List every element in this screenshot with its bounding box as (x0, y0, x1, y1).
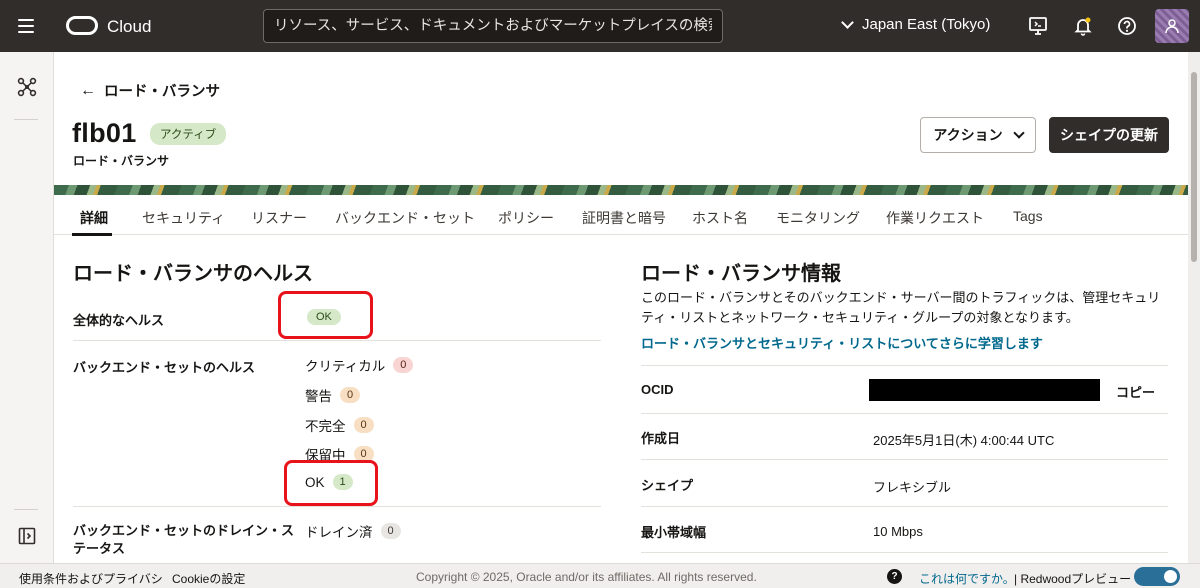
backend-health-label: バックエンド・セットのヘルス (73, 360, 256, 375)
page-subtitle: ロード・バランサ (73, 154, 170, 168)
page-scrollbar[interactable] (1188, 52, 1200, 563)
redwood-preview-label: | Redwoodプレビュー (1014, 572, 1132, 586)
developer-tools-icon[interactable] (1028, 16, 1048, 36)
info-heading: ロード・バランサ情報 (641, 263, 841, 285)
tab-listeners[interactable]: リスナー (251, 208, 307, 228)
toggle-knob (1164, 570, 1177, 583)
brand-name[interactable]: Cloud (107, 17, 151, 37)
active-tab-indicator (72, 233, 112, 236)
divider (641, 413, 1168, 414)
tab-policies[interactable]: ポリシー (498, 208, 554, 228)
copy-ocid-button[interactable]: コピー (1116, 382, 1155, 401)
ocid-label: OCID (641, 382, 674, 397)
oracle-logo-icon[interactable] (66, 16, 98, 35)
highlight-box (278, 291, 373, 339)
divider (641, 459, 1168, 460)
search-input[interactable] (263, 9, 723, 43)
arrow-left-icon: ← (80, 81, 96, 99)
chevron-down-icon (841, 15, 854, 29)
drain-status-label: バックエンド・セットのドレイン・ステータス (73, 523, 295, 556)
stat-warning[interactable]: 警告 0 (305, 385, 361, 405)
whats-this-link[interactable]: これは何ですか。 (919, 570, 1015, 587)
left-rail (0, 52, 54, 563)
actions-button-label: アクション (933, 127, 1003, 143)
help-icon[interactable] (1117, 16, 1137, 36)
created-label: 作成日 (641, 431, 681, 446)
network-icon[interactable] (17, 77, 37, 97)
ocid-value-redacted (869, 379, 1100, 401)
tab-monitoring[interactable]: モニタリング (776, 208, 860, 228)
region-label: Japan East (Tokyo) (862, 16, 991, 33)
decorative-banner (54, 185, 1188, 195)
update-shape-button[interactable]: シェイプの更新 (1049, 117, 1169, 153)
region-selector[interactable]: Japan East (Tokyo) (841, 15, 991, 33)
back-link[interactable]: ← ロード・バランサ (80, 80, 220, 101)
tab-certificates[interactable]: 証明書と暗号 (582, 208, 666, 228)
count-badge: 0 (353, 417, 374, 433)
min-bandwidth-value: 10 Mbps (873, 524, 923, 539)
footer: 使用条件およびプライバシ Cookieの設定 Copyright © 2025,… (0, 563, 1200, 588)
count-badge: 0 (340, 387, 361, 403)
rail-divider (14, 119, 38, 120)
tab-bar: 詳細 セキュリティ リスナー バックエンド・セット ポリシー 証明書と暗号 ホス… (54, 195, 1188, 235)
divider (641, 552, 1168, 553)
tab-tags[interactable]: Tags (1013, 208, 1043, 224)
main-content: ← ロード・バランサ flb01 アクティブ ロード・バランサ アクション シェ… (54, 52, 1188, 563)
tab-security[interactable]: セキュリティ (142, 208, 225, 228)
min-bandwidth-label: 最小帯域幅 (641, 525, 707, 540)
expand-panel-icon[interactable] (18, 527, 36, 545)
overall-health-label: 全体的なヘルス (73, 313, 165, 328)
user-icon (1165, 19, 1179, 34)
terms-link[interactable]: 使用条件およびプライバシ (19, 570, 163, 587)
count-badge: 0 (380, 523, 401, 539)
scrollbar-thumb[interactable] (1191, 72, 1197, 262)
stat-label: ドレイン済 (305, 525, 373, 540)
back-link-label: ロード・バランサ (104, 84, 220, 100)
divider (73, 506, 601, 507)
profile-avatar[interactable] (1155, 9, 1189, 43)
stat-drained[interactable]: ドレイン済 0 (305, 521, 401, 541)
learn-more-link[interactable]: ロード・バランサとセキュリティ・リストについてさらに学習します (641, 333, 1043, 352)
shape-label: シェイプ (641, 478, 694, 493)
page-title: flb01 (72, 118, 137, 148)
tab-backend-sets[interactable]: バックエンド・セット (335, 208, 475, 228)
status-badge: アクティブ (150, 123, 227, 145)
cookie-settings-link[interactable]: Cookieの設定 (172, 570, 245, 587)
stat-critical[interactable]: クリティカル 0 (305, 355, 414, 375)
actions-button[interactable]: アクション (920, 117, 1036, 153)
stat-label: 不完全 (305, 419, 346, 434)
count-badge: 0 (393, 357, 414, 373)
info-description: このロード・バランサとそのバックエンド・サーバー間のトラフィックは、管理セキュリ… (641, 290, 1161, 325)
rail-divider (14, 509, 38, 510)
shape-value: フレキシブル (873, 480, 952, 495)
health-heading: ロード・バランサのヘルス (73, 263, 313, 285)
help-circle-icon: ? (887, 569, 902, 584)
stat-incomplete[interactable]: 不完全 0 (305, 415, 374, 435)
tab-work-requests[interactable]: 作業リクエスト (886, 208, 984, 228)
chevron-down-icon (1012, 126, 1025, 139)
menu-icon[interactable] (16, 15, 38, 37)
stat-label: 警告 (305, 389, 332, 404)
highlight-box (284, 460, 378, 506)
stat-label: クリティカル (305, 359, 386, 374)
divider (641, 365, 1168, 366)
notifications-icon[interactable] (1073, 16, 1093, 36)
copyright-text: Copyright © 2025, Oracle and/or its affi… (416, 570, 757, 584)
divider (641, 506, 1168, 507)
tab-details[interactable]: 詳細 (80, 208, 108, 228)
divider (73, 340, 601, 341)
tab-hostnames[interactable]: ホスト名 (692, 208, 748, 228)
top-bar: Cloud Japan East (Tokyo) (0, 0, 1200, 52)
redwood-preview-toggle[interactable] (1134, 567, 1180, 586)
created-value: 2025年5月1日(木) 4:00:44 UTC (873, 433, 1055, 448)
